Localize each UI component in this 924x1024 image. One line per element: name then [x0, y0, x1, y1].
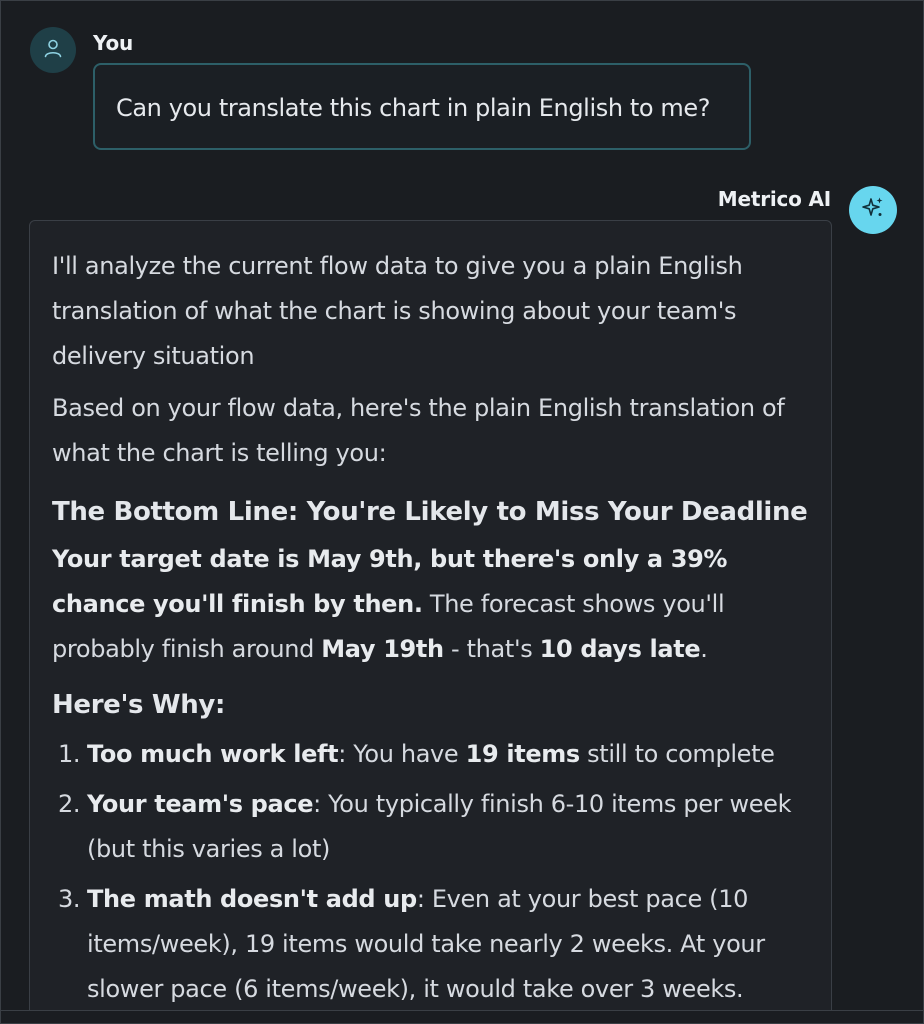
- days-late: 10 days late: [539, 635, 701, 663]
- assistant-message-bubble: I'll analyze the current flow data to gi…: [29, 220, 832, 1023]
- sparkle-icon: [860, 195, 886, 225]
- assistant-avatar: [849, 186, 897, 234]
- assistant-paragraph: Based on your flow data, here's the plai…: [52, 394, 785, 467]
- list-item: 2. Your team's pace: You typically finis…: [58, 790, 792, 863]
- bottom-line-heading: The Bottom Line: You're Likely to Miss Y…: [52, 497, 808, 527]
- assistant-name: Metrico AI: [717, 187, 831, 211]
- user-name: You: [93, 31, 134, 55]
- user-icon: [43, 38, 63, 62]
- user-message-bubble: Can you translate this chart in plain En…: [93, 63, 751, 150]
- user-avatar: [30, 27, 76, 73]
- forecast-summary: Your target date is May 9th, but there's…: [52, 545, 728, 663]
- assistant-intro: I'll analyze the current flow data to gi…: [52, 252, 743, 370]
- reasons-list: 1. Too much work left: You have 19 items…: [52, 732, 809, 1012]
- chat-window: You Can you translate this chart in plai…: [0, 0, 924, 1024]
- list-item: 1. Too much work left: You have 19 items…: [58, 740, 775, 768]
- reasons-heading: Here's Why:: [52, 690, 226, 720]
- list-item: 3. The math doesn't add up: Even at your…: [58, 885, 765, 1003]
- bottom-edge: [1, 1010, 923, 1023]
- forecast-date: May 19th: [321, 635, 444, 663]
